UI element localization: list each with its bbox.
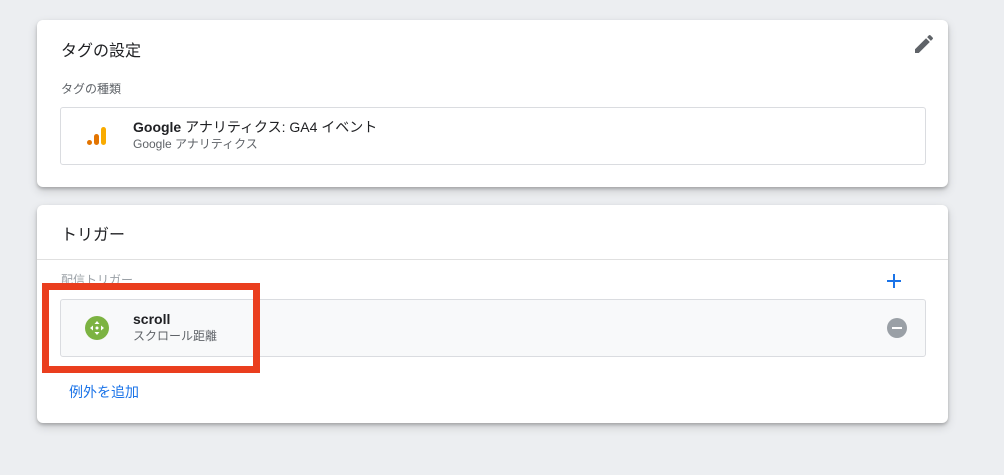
add-exception-link[interactable]: 例外を追加	[69, 382, 139, 402]
trigger-name: scroll	[133, 311, 171, 327]
tag-type-text: Google アナリティクス: GA4 イベント Google アナリティクス	[133, 119, 377, 152]
tag-config-title: タグの設定	[61, 43, 142, 60]
tag-type-label: タグの種類	[61, 82, 122, 96]
minus-circle-icon	[887, 318, 907, 338]
tag-type-item[interactable]: Google アナリティクス: GA4 イベント Google アナリティクス	[60, 107, 926, 165]
firing-trigger-label: 配信トリガー	[61, 273, 134, 287]
trigger-card: トリガー 配信トリガー scroll スクロール距離 例外を追加	[37, 205, 948, 423]
analytics-bars-icon	[85, 124, 109, 148]
add-trigger-button[interactable]	[882, 269, 906, 293]
tag-type-name-bold: Google	[133, 119, 182, 135]
trigger-title: トリガー	[61, 227, 126, 244]
tag-type-name: Google アナリティクス: GA4 イベント	[133, 119, 377, 136]
tag-type-name-rest: アナリティクス: GA4 イベント	[181, 119, 378, 135]
tag-config-card: タグの設定 タグの種類 Google アナリティクス: GA4 イベント Goo…	[37, 20, 948, 187]
tag-type-sub: Google アナリティクス	[133, 137, 258, 151]
trigger-sub: スクロール距離	[133, 329, 218, 343]
trigger-divider	[37, 259, 948, 260]
edit-tag-button[interactable]	[912, 32, 936, 56]
plus-icon	[887, 274, 901, 288]
pencil-icon	[915, 34, 934, 53]
trigger-text: scroll スクロール距離	[133, 311, 217, 344]
scroll-move-icon	[85, 316, 109, 340]
trigger-item[interactable]: scroll スクロール距離	[60, 299, 926, 357]
remove-trigger-button[interactable]	[887, 318, 907, 338]
